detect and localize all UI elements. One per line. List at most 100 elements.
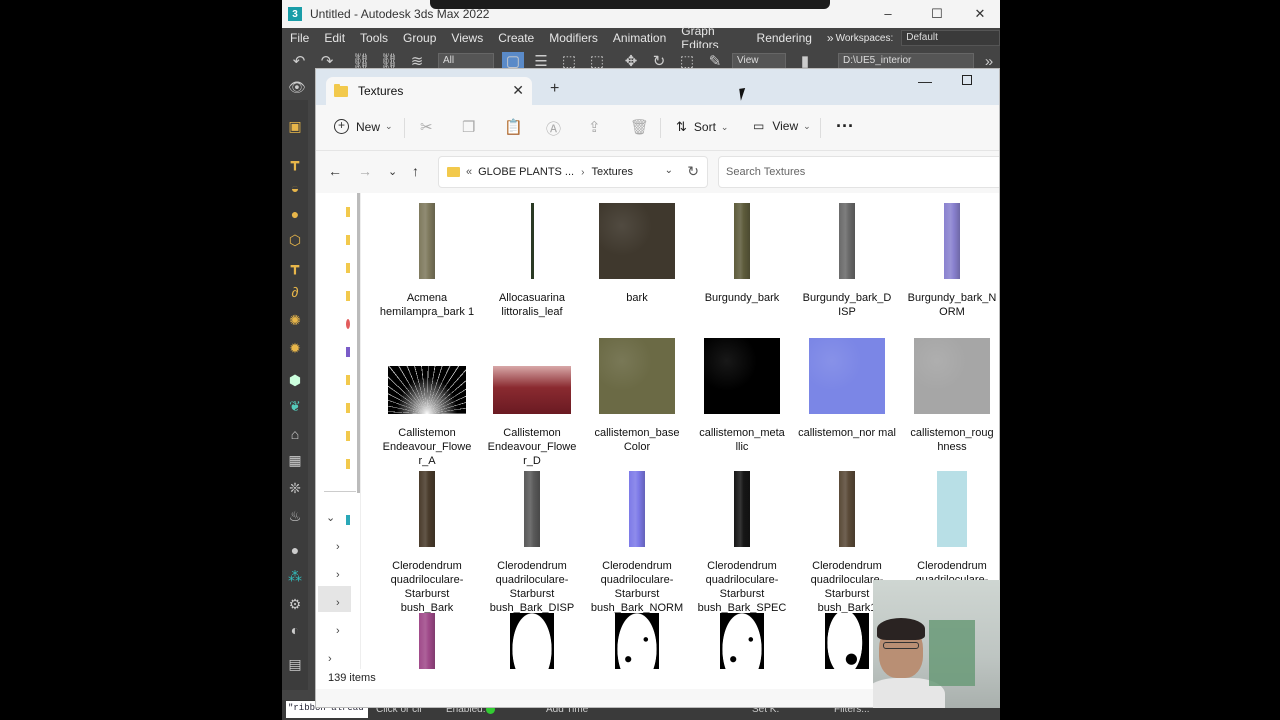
file-item[interactable]: Burgundy_bark_N ORM <box>899 203 999 319</box>
file-item[interactable]: Clerodendrum quadriloculare-Starburst bu… <box>479 471 585 615</box>
undo-icon[interactable]: ↶ <box>288 52 310 72</box>
menu-views[interactable]: Views <box>451 31 483 45</box>
cut-icon[interactable]: ✂ <box>420 118 433 136</box>
explorer-minimize-icon[interactable]: — <box>918 73 932 89</box>
geosphere-icon[interactable]: ⬡ <box>285 230 305 250</box>
nav-folder-icon[interactable] <box>346 263 350 273</box>
file-item[interactable]: Burgundy_bark_D ISP <box>794 203 900 319</box>
light-icon[interactable]: ✹ <box>285 338 305 358</box>
reference-coordinate-select[interactable]: View <box>732 53 786 69</box>
share-icon[interactable]: ⇪ <box>588 118 601 136</box>
nav-item-icon[interactable] <box>346 319 350 329</box>
file-item[interactable]: Callistemon Endeavour_Flowe r_A <box>374 338 480 468</box>
menu-tools[interactable]: Tools <box>360 31 388 45</box>
tool-icon-3[interactable]: ◒ <box>285 178 305 198</box>
menu-modifiers[interactable]: Modifiers <box>549 31 598 45</box>
recent-locations-icon[interactable]: ⌄ <box>388 165 397 178</box>
copy-icon[interactable]: ❐ <box>462 118 475 136</box>
menu-group[interactable]: Group <box>403 31 436 45</box>
forward-icon[interactable]: → <box>358 163 372 179</box>
file-item[interactable]: callistemon_nor mal <box>794 338 900 440</box>
tool-icon-20[interactable]: ▤ <box>285 654 305 674</box>
project-path-select[interactable]: D:\UE5_interior <box>838 53 974 69</box>
tool-icon-12[interactable]: ⌂ <box>285 424 305 444</box>
sphere-icon[interactable]: ● <box>285 204 305 224</box>
paste-icon[interactable]: 📋 <box>504 118 523 136</box>
file-item[interactable]: callistemon_meta llic <box>689 338 795 454</box>
box-icon[interactable]: ⬢ <box>285 370 305 390</box>
file-item[interactable]: Burgundy_bark <box>689 203 795 305</box>
delete-icon[interactable]: 🗑 <box>630 118 649 136</box>
file-item[interactable]: Clerodendrum quadriloculare-Starburst bu… <box>689 471 795 615</box>
maximize-icon[interactable]: ☐ <box>927 5 947 23</box>
close-icon[interactable]: ✕ <box>970 5 990 23</box>
explorer-maximize-icon[interactable] <box>962 75 972 85</box>
menu-file[interactable]: File <box>290 31 309 45</box>
sort-button[interactable]: ⇅ Sort ⌄ <box>676 119 728 135</box>
nav-folder-icon[interactable] <box>346 459 350 469</box>
expand-right-icon[interactable]: › <box>336 597 340 609</box>
more-options-icon[interactable]: ··· <box>836 116 854 137</box>
nav-selected-row[interactable] <box>318 586 351 612</box>
nav-folder-icon[interactable] <box>346 235 350 245</box>
new-button[interactable]: + New ⌄ <box>334 119 393 134</box>
address-bar[interactable]: « GLOBE PLANTS ... › Textures ⌄ ↻ <box>438 156 708 188</box>
chevron-down-icon[interactable]: ⌄ <box>665 165 673 176</box>
nav-folder-icon[interactable] <box>346 291 350 301</box>
back-icon[interactable]: ← <box>328 163 342 179</box>
expand-right-icon[interactable]: › <box>336 541 340 553</box>
rename-icon[interactable]: Ⓐ <box>546 118 561 139</box>
breadcrumb-parent[interactable]: GLOBE PLANTS ... <box>478 166 574 178</box>
nav-folder-icon[interactable] <box>346 403 350 413</box>
sphere-gray-icon[interactable]: ● <box>285 540 305 560</box>
expand-right-icon[interactable]: › <box>336 625 340 637</box>
tool-icon-6[interactable]: ┳ <box>285 256 305 276</box>
nav-item-icon[interactable] <box>346 347 350 357</box>
tool-icon-1[interactable]: ▣ <box>285 116 305 136</box>
grass-icon[interactable]: ❊ <box>285 478 305 498</box>
file-item[interactable]: bark <box>584 203 690 305</box>
nav-scrollbar[interactable] <box>357 193 360 493</box>
file-item[interactable]: callistemon_base Color <box>584 338 690 454</box>
expand-right-icon[interactable]: › <box>336 569 340 581</box>
nav-folder-icon[interactable] <box>346 207 350 217</box>
particles-icon[interactable]: ⁂ <box>285 566 305 586</box>
up-icon[interactable]: ↑ <box>412 163 419 179</box>
menu-edit[interactable]: Edit <box>324 31 345 45</box>
view-button[interactable]: ▭ View ⌄ <box>753 119 811 133</box>
tab-textures[interactable]: Textures ✕ <box>326 77 532 105</box>
refresh-icon[interactable]: ↻ <box>687 163 699 180</box>
expand-right-icon[interactable]: › <box>328 653 332 665</box>
menu-rendering[interactable]: Rendering <box>757 31 812 45</box>
selection-filter-select[interactable]: All <box>438 53 494 69</box>
minimize-icon[interactable]: – <box>878 5 898 23</box>
file-item[interactable]: Allocasuarina littoralis_leaf <box>479 203 585 319</box>
tool-icon-2[interactable]: ┳ <box>285 152 305 172</box>
breadcrumb-current[interactable]: Textures <box>591 166 633 178</box>
close-tab-icon[interactable]: ✕ <box>512 82 524 99</box>
tool-icon-19[interactable]: ◐ <box>285 620 305 640</box>
menu-animation[interactable]: Animation <box>613 31 666 45</box>
nav-folder-icon[interactable] <box>346 431 350 441</box>
new-tab-icon[interactable]: + <box>550 80 559 98</box>
tool-icon-7[interactable]: ∂ <box>285 282 305 302</box>
nav-drive-icon[interactable] <box>346 515 350 525</box>
sun-icon[interactable]: ✺ <box>285 310 305 330</box>
teapot-icon[interactable]: ❦ <box>285 396 305 416</box>
more-menus-icon[interactable]: » <box>827 31 834 45</box>
scene-explorer-icon[interactable]: 👁 <box>288 79 306 96</box>
expand-down-icon[interactable]: ⌄ <box>326 511 335 524</box>
tool-icon-13[interactable]: ▦ <box>285 450 305 470</box>
file-item[interactable]: Callistemon Endeavour_Flowe r_D <box>479 338 585 468</box>
breadcrumb-overflow[interactable]: « <box>466 166 472 178</box>
settings-icon[interactable]: ⚙ <box>285 594 305 614</box>
file-item[interactable]: Acmena hemilampra_bark 1 <box>374 203 480 319</box>
search-input[interactable]: Search Textures <box>718 156 999 188</box>
file-item[interactable]: callistemon_roug hness <box>899 338 999 454</box>
file-item[interactable]: Clerodendrum quadriloculare-Starburst bu… <box>374 471 480 615</box>
file-item[interactable]: Clerodendrum quadriloculare-Starburst bu… <box>584 471 690 615</box>
workspace-select[interactable]: Default <box>901 30 1000 46</box>
menu-create[interactable]: Create <box>498 31 534 45</box>
fire-icon[interactable]: ♨ <box>285 506 305 526</box>
nav-folder-icon[interactable] <box>346 375 350 385</box>
